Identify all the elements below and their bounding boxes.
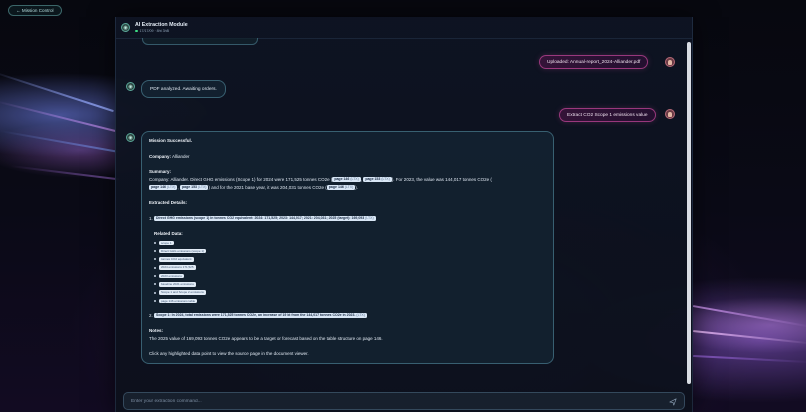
user-message-text: Extract CO2 Scope 1 emissions value <box>567 112 648 118</box>
command-input-bar <box>123 392 685 410</box>
module-status: 17/17/09 · 8ht 3hB <box>135 29 188 33</box>
tag-text: page 146 <box>328 185 344 190</box>
page-link-tag[interactable]: page 153 (LTX) <box>180 185 209 191</box>
related-data-tag[interactable]: baseline 2021 emissions <box>159 282 196 287</box>
online-status-icon <box>135 29 138 33</box>
tag-text: page 153 <box>182 185 197 190</box>
result-heading: Mission Successful. <box>149 138 193 143</box>
detail-data-tag[interactable]: Scope 1: In 2024, total emissions were 1… <box>154 313 367 319</box>
background-streak <box>9 165 120 181</box>
page-link-tag[interactable]: page 146 (LTX) <box>149 185 178 191</box>
related-data-tag[interactable]: scope 1 <box>159 240 174 246</box>
related-data-item: page 146 emissions table <box>154 298 198 305</box>
user-avatar <box>665 57 675 67</box>
user-icon <box>668 59 672 65</box>
bot-message-analyzed: PDF analyzed. Awaiting orders. <box>141 80 226 98</box>
tag-ltx: (LTX) <box>166 185 176 190</box>
company-label: Company: <box>149 154 172 159</box>
module-title: AI Extraction Module <box>135 22 188 28</box>
company-line: Company: Alliander <box>149 154 190 161</box>
background-streak <box>692 355 806 364</box>
detail-number: 1. <box>149 216 153 221</box>
bullet-icon <box>154 250 156 253</box>
user-icon <box>668 111 672 117</box>
tag-ltx: (LTX) <box>350 177 359 182</box>
notes-text: The 2025 value of 169,093 tonnes CO2e ap… <box>149 336 383 341</box>
tag-text: page 146 <box>151 185 166 190</box>
bullet-icon <box>154 291 156 294</box>
tag-text: page 146 <box>334 177 350 182</box>
bot-message-text: PDF analyzed. Awaiting orders. <box>150 86 217 92</box>
detail-item-2: 2. Scope 1: In 2024, total emissions wer… <box>149 313 367 320</box>
summary-text: ). <box>355 185 359 190</box>
panel-header: ◉ AI Extraction Module 17/17/09 · 8ht 3h… <box>116 17 692 39</box>
related-data-tag[interactable]: Scope 1 and Scope 2 emissions <box>159 290 206 295</box>
bullet-icon <box>154 241 156 244</box>
related-data-item: Direct GHG emissions (scope 1) <box>154 248 207 255</box>
related-data-item: baseline 2021 emissions <box>154 282 196 289</box>
summary-text: , <box>177 185 179 190</box>
related-data-item: scope 1 <box>154 240 174 247</box>
bullet-icon <box>154 258 156 261</box>
bullet-icon <box>154 275 156 277</box>
mission-control-button[interactable]: ← Mission Control <box>8 5 62 16</box>
summary-line-2: page 146 (LTX), page 153 (LTX)) and for … <box>149 185 358 192</box>
page-link-tag[interactable]: page 146 (LTX) <box>332 177 361 183</box>
related-label: Related Data: <box>154 231 183 236</box>
page-link-tag[interactable]: page 153 (LTX) <box>363 177 392 183</box>
related-data-item: Scope 1 and Scope 2 emissions <box>154 290 206 297</box>
bot-avatar: ◉ <box>126 82 135 91</box>
bot-message-result: Mission Successful. Company: Alliander S… <box>141 131 554 364</box>
bullet-icon <box>154 299 156 302</box>
tag-text: Direct GHG emissions (scope 1) in tonnes… <box>156 216 365 221</box>
bullet-icon <box>154 266 156 269</box>
user-message-command: Extract CO2 Scope 1 emissions value <box>559 108 656 122</box>
summary-line-1: Company: Alliander. Direct GHG emissions… <box>149 177 492 184</box>
tag-ltx: (LTX) <box>365 216 374 221</box>
related-data-item: 2024 emissions 171,525 <box>154 265 196 272</box>
tag-ltx: (LTX) <box>381 177 390 182</box>
bullet-icon <box>154 283 156 286</box>
chat-scrollbar[interactable] <box>687 42 691 384</box>
bot-avatar: ◉ <box>126 133 135 142</box>
user-message-upload: Uploaded: Annual-report_2024-Alliander.p… <box>539 55 649 69</box>
module-status-text: 17/17/09 · 8ht 3hB <box>139 29 170 33</box>
summary-text: ) and for the 2021 base year, it was 204… <box>208 185 327 190</box>
summary-label: Summary: <box>149 169 172 174</box>
tag-ltx: (LTX) <box>344 185 354 190</box>
send-icon[interactable] <box>669 398 677 406</box>
company-value: Alliander <box>172 154 190 159</box>
footer-text: Click any highlighted data point to view… <box>149 351 309 356</box>
detail-number: 2. <box>149 313 153 318</box>
tag-text: Scope 1: In 2024, total emissions were 1… <box>156 313 356 318</box>
related-data-tag[interactable]: page 146 emissions table <box>159 298 198 304</box>
detail-item-1: 1. Direct GHG emissions (scope 1) in ton… <box>149 216 376 223</box>
related-data-item: tonnes CO2 equivalent <box>154 257 194 264</box>
background-streak <box>0 130 119 153</box>
page-link-tag[interactable]: page 146 (LTX) <box>326 185 356 191</box>
summary-text: , <box>360 177 363 182</box>
related-data-item: 2023 emissions <box>154 273 184 280</box>
related-data-tag[interactable]: tonnes CO2 equivalent <box>159 257 194 262</box>
command-input[interactable] <box>131 398 661 404</box>
tag-ltx: (LTX) <box>356 313 365 318</box>
tag-text: page 153 <box>365 177 381 182</box>
details-label: Extracted Details: <box>149 200 188 205</box>
background-streak <box>692 305 806 328</box>
user-avatar <box>665 109 675 119</box>
related-data-tag[interactable]: 2023 emissions <box>159 273 184 279</box>
related-data-tag[interactable]: Direct GHG emissions (scope 1) <box>159 248 207 254</box>
detail-data-tag[interactable]: Direct GHG emissions (scope 1) in tonnes… <box>154 216 376 222</box>
summary-text: Company: Alliander. Direct GHG emissions… <box>149 177 333 182</box>
robot-icon: ◉ <box>121 23 130 32</box>
notes-label: Notes: <box>149 328 164 333</box>
tag-ltx: (LTX) <box>197 185 207 190</box>
user-message-text: Uploaded: Annual-report_2024-Alliander.p… <box>547 59 641 65</box>
background-streak <box>692 330 806 345</box>
related-data-tag[interactable]: 2024 emissions 171,525 <box>159 265 196 270</box>
summary-text: ). For 2023, the value was 144,017 tonne… <box>391 177 492 182</box>
previous-message-bubble <box>142 38 258 45</box>
